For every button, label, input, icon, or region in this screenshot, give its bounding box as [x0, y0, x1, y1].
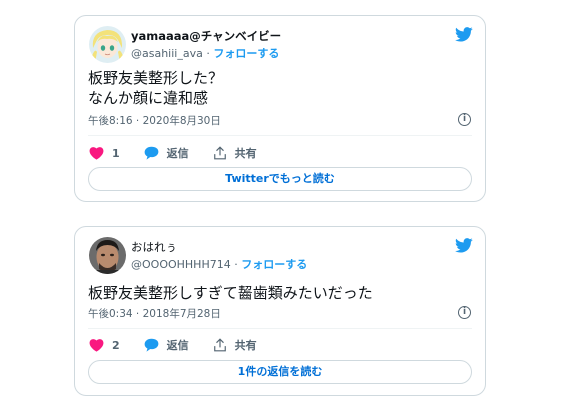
timestamp[interactable]: 午後8:16 · 2020年8月30日: [88, 113, 221, 128]
reply-label: 返信: [166, 147, 189, 160]
share-label: 共有: [234, 339, 257, 352]
share-icon: [213, 146, 226, 160]
like-button[interactable]: 2: [89, 338, 120, 352]
separator: ·: [234, 258, 238, 271]
tweet-card: yamaaaa@チャンベイビー @asahiii_ava · フォローする 板野…: [74, 15, 486, 202]
divider: [88, 328, 472, 329]
like-count: 2: [112, 338, 120, 352]
action-bar: 2 返信 共有: [89, 336, 281, 354]
share-button[interactable]: 共有: [213, 337, 257, 353]
timestamp[interactable]: 午後0:34 · 2018年7月28日: [88, 306, 221, 321]
twitter-bird-icon[interactable]: [455, 238, 473, 253]
info-icon[interactable]: i: [458, 113, 471, 126]
tweet-text-line: 板野友美整形しすぎて齧歯類みたいだった: [88, 284, 373, 302]
heart-icon: [89, 339, 104, 352]
handle-line: @asahiii_ava · フォローする: [131, 45, 279, 61]
handle[interactable]: @asahiii_ava: [131, 47, 203, 60]
tweet-text-line: なんか顔に違和感: [88, 89, 209, 107]
follow-link[interactable]: フォローする: [241, 258, 307, 271]
read-replies-button[interactable]: 1件の返信を読む: [88, 360, 472, 384]
like-count: 1: [112, 146, 120, 160]
like-button[interactable]: 1: [89, 146, 120, 160]
read-more-button[interactable]: Twitterでもっと読む: [88, 167, 472, 191]
display-name[interactable]: おはれぅ: [131, 239, 177, 255]
reply-button[interactable]: 返信: [144, 145, 189, 161]
tweet-text-line: 板野友美整形した？: [88, 69, 224, 87]
tweet-text: 板野友美整形した？ なんか顔に違和感: [88, 68, 223, 108]
share-button[interactable]: 共有: [213, 145, 257, 161]
twitter-bird-icon[interactable]: [455, 27, 473, 42]
info-icon[interactable]: i: [458, 306, 471, 319]
tweet-card: おはれぅ @OOOOHHHH714 · フォローする 板野友美整形しすぎて齧歯類…: [74, 226, 486, 396]
reply-button[interactable]: 返信: [144, 337, 189, 353]
reply-label: 返信: [166, 339, 189, 352]
share-icon: [213, 338, 226, 352]
handle-line: @OOOOHHHH714 · フォローする: [131, 256, 307, 272]
action-bar: 1 返信 共有: [89, 144, 281, 162]
separator: ·: [206, 47, 210, 60]
speech-bubble-icon: [144, 146, 159, 160]
tweet-text: 板野友美整形しすぎて齧歯類みたいだった: [88, 283, 373, 303]
display-name[interactable]: yamaaaa@チャンベイビー: [131, 28, 281, 44]
heart-icon: [89, 147, 104, 160]
handle[interactable]: @OOOOHHHH714: [131, 258, 231, 271]
speech-bubble-icon: [144, 338, 159, 352]
share-label: 共有: [234, 147, 257, 160]
avatar[interactable]: [89, 26, 126, 63]
divider: [88, 135, 472, 136]
follow-link[interactable]: フォローする: [213, 47, 279, 60]
avatar[interactable]: [89, 237, 126, 274]
